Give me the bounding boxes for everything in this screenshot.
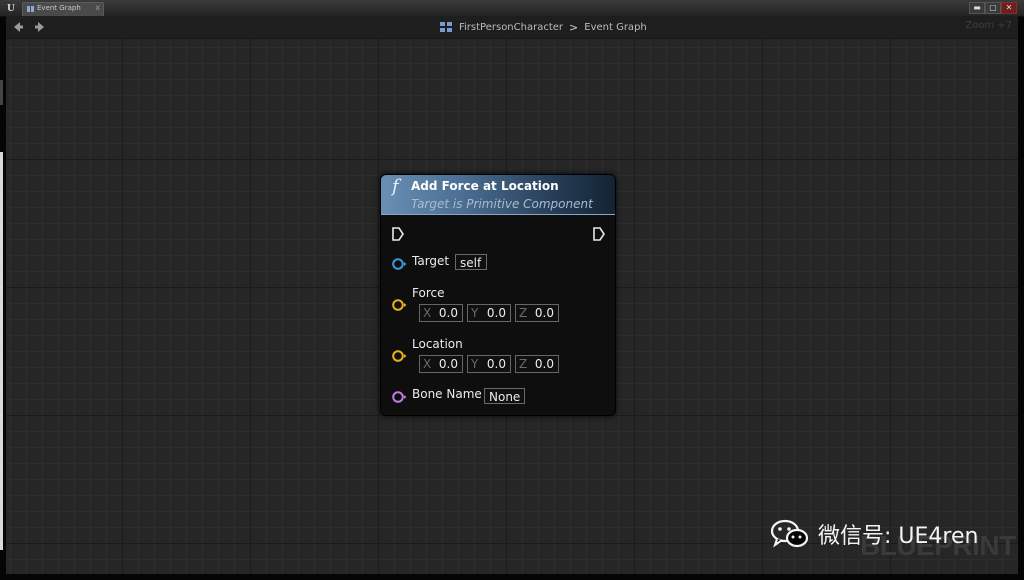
side-panel-edge bbox=[0, 152, 3, 550]
force-x-value: 0.0 bbox=[438, 306, 458, 320]
axis-y-label: Y bbox=[471, 306, 479, 320]
location-z-value: 0.0 bbox=[534, 357, 554, 371]
zoom-label: Zoom +7 bbox=[965, 20, 1012, 31]
force-y-field[interactable]: Y 0.0 bbox=[467, 304, 511, 322]
forward-arrow-icon[interactable] bbox=[32, 19, 48, 35]
location-z-field[interactable]: Z 0.0 bbox=[515, 355, 559, 373]
axis-y-label: Y bbox=[471, 357, 479, 371]
blueprint-grid-icon bbox=[440, 21, 453, 33]
window-title-bar: U Event Graph x ▬ ▢ ✕ bbox=[0, 0, 1024, 17]
location-y-field[interactable]: Y 0.0 bbox=[467, 355, 511, 373]
location-x-field[interactable]: X 0.0 bbox=[419, 355, 463, 373]
tab-label: Event Graph bbox=[37, 4, 81, 12]
breadcrumb-item-event-graph[interactable]: Event Graph bbox=[584, 22, 647, 33]
exec-input-pin-icon[interactable] bbox=[391, 226, 405, 242]
location-pin-label: Location bbox=[412, 337, 463, 351]
breadcrumb-item-firstpersoncharacter[interactable]: FirstPersonCharacter bbox=[459, 22, 563, 33]
exec-output-pin-icon[interactable] bbox=[592, 226, 606, 242]
axis-x-label: X bbox=[423, 306, 432, 320]
axis-x-label: X bbox=[423, 357, 432, 371]
force-pin-label: Force bbox=[412, 286, 445, 300]
force-x-field[interactable]: X 0.0 bbox=[419, 304, 463, 322]
bone-name-value-field[interactable]: None bbox=[484, 388, 525, 404]
breadcrumb-separator: > bbox=[569, 20, 579, 34]
location-x-value: 0.0 bbox=[438, 357, 458, 371]
wechat-watermark: 微信号: UE4ren bbox=[770, 518, 978, 550]
bone-name-pin-label: Bone Name bbox=[412, 387, 482, 401]
target-pin-icon[interactable] bbox=[391, 257, 407, 271]
force-z-value: 0.0 bbox=[534, 306, 554, 320]
node-subtitle: Target is Primitive Component bbox=[411, 197, 593, 211]
wechat-logo-icon bbox=[770, 519, 809, 548]
breadcrumb: FirstPersonCharacter > Event Graph bbox=[440, 19, 647, 35]
axis-z-label: Z bbox=[519, 357, 528, 371]
force-z-field[interactable]: Z 0.0 bbox=[515, 304, 559, 322]
side-panel-edge bbox=[0, 80, 3, 105]
close-button[interactable]: ✕ bbox=[1001, 2, 1017, 14]
graph-toolbar: FirstPersonCharacter > Event Graph Zoom … bbox=[6, 16, 1018, 39]
target-value-field[interactable]: self bbox=[455, 254, 487, 270]
node-title: Add Force at Location bbox=[411, 179, 559, 193]
target-pin-label: Target bbox=[412, 254, 450, 268]
tab-event-graph[interactable]: Event Graph x bbox=[22, 2, 104, 16]
minimize-button[interactable]: ▬ bbox=[969, 2, 985, 14]
node-header[interactable]: f Add Force at Location Target is Primit… bbox=[381, 175, 615, 215]
unreal-logo-icon: U bbox=[7, 2, 15, 14]
location-pin-icon[interactable] bbox=[391, 349, 407, 363]
force-pin-icon[interactable] bbox=[391, 298, 407, 312]
function-icon: f bbox=[392, 176, 399, 197]
back-arrow-icon[interactable] bbox=[10, 19, 26, 35]
maximize-button[interactable]: ▢ bbox=[985, 2, 1001, 14]
bone-name-pin-icon[interactable] bbox=[391, 390, 407, 404]
node-add-force-at-location[interactable]: f Add Force at Location Target is Primit… bbox=[380, 174, 616, 416]
axis-z-label: Z bbox=[519, 306, 528, 320]
force-y-value: 0.0 bbox=[486, 306, 506, 320]
location-y-value: 0.0 bbox=[486, 357, 506, 371]
tab-close-icon[interactable]: x bbox=[95, 3, 100, 12]
wechat-id-text: 微信号: UE4ren bbox=[818, 524, 979, 549]
blueprint-grid-icon bbox=[27, 6, 34, 12]
